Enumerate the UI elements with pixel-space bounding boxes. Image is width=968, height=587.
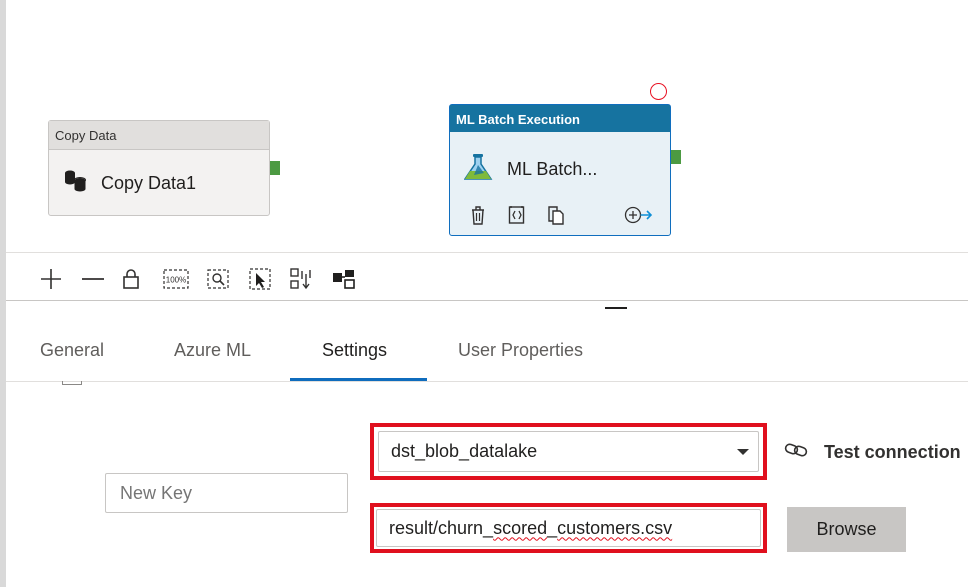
- file-path-input[interactable]: result/churn_ scored _ customers.csv: [376, 509, 761, 547]
- success-output-port[interactable]: [671, 150, 681, 164]
- activity-type-label: Copy Data: [49, 121, 269, 150]
- splitter-handle[interactable]: [605, 307, 627, 309]
- file-path-mid: _: [547, 517, 558, 538]
- auto-align-icon[interactable]: [289, 267, 315, 291]
- chevron-down-icon[interactable]: [737, 449, 749, 455]
- activity-name: Copy Data1: [101, 173, 197, 193]
- test-connection-label: Test connection: [824, 441, 961, 462]
- copy-data-activity[interactable]: Copy Data Copy Data1: [48, 120, 270, 216]
- validation-indicator-icon: [650, 83, 667, 100]
- tab-settings[interactable]: Settings: [322, 340, 387, 361]
- tab-azure-ml[interactable]: Azure ML: [174, 340, 251, 361]
- zoom-100-label: 100%: [166, 276, 186, 285]
- success-output-port[interactable]: [270, 161, 280, 175]
- activity-name: ML Batch...: [507, 159, 598, 179]
- activity-type-label: ML Batch Execution: [450, 105, 670, 132]
- zoom-100-icon[interactable]: 100%: [162, 267, 190, 291]
- test-connection-button[interactable]: Test connection: [784, 440, 961, 464]
- select-icon[interactable]: [247, 267, 273, 291]
- panel-splitter[interactable]: [6, 300, 968, 301]
- link-icon: [784, 441, 808, 464]
- properties-tabs: General Azure ML Settings User Propertie…: [6, 330, 968, 382]
- tab-user-properties[interactable]: User Properties: [458, 340, 583, 361]
- zoom-out-icon[interactable]: [80, 267, 106, 291]
- copy-icon[interactable]: [547, 205, 565, 230]
- ml-batch-execution-activity[interactable]: ML Batch Execution ML Batch...: [449, 104, 671, 236]
- browse-button[interactable]: Browse: [787, 507, 906, 552]
- collapsed-section-edge: [62, 381, 82, 385]
- new-key-input[interactable]: [105, 473, 348, 513]
- delete-icon[interactable]: [470, 205, 486, 230]
- file-path-misspelled-word: scored: [493, 517, 548, 538]
- linked-service-value: dst_blob_datalake: [391, 441, 538, 461]
- add-output-icon[interactable]: [624, 206, 654, 229]
- code-icon[interactable]: [508, 205, 526, 230]
- linked-service-dropdown[interactable]: dst_blob_datalake: [378, 431, 759, 472]
- database-icon: [63, 169, 89, 198]
- file-path-prefix: result/churn_: [389, 517, 494, 538]
- flask-icon: [463, 153, 494, 186]
- selected-tab-indicator: [290, 378, 427, 381]
- canvas-divider: [6, 252, 968, 253]
- canvas-toolbar: 100%: [6, 258, 968, 298]
- lock-icon[interactable]: [118, 267, 144, 291]
- zoom-to-fit-icon[interactable]: [205, 267, 231, 291]
- file-path-misspelled-word-2: customers.csv: [557, 517, 673, 538]
- layout-icon[interactable]: [331, 267, 357, 291]
- tab-general[interactable]: General: [40, 340, 104, 361]
- tabs-divider: [6, 381, 968, 382]
- zoom-in-icon[interactable]: [38, 267, 64, 291]
